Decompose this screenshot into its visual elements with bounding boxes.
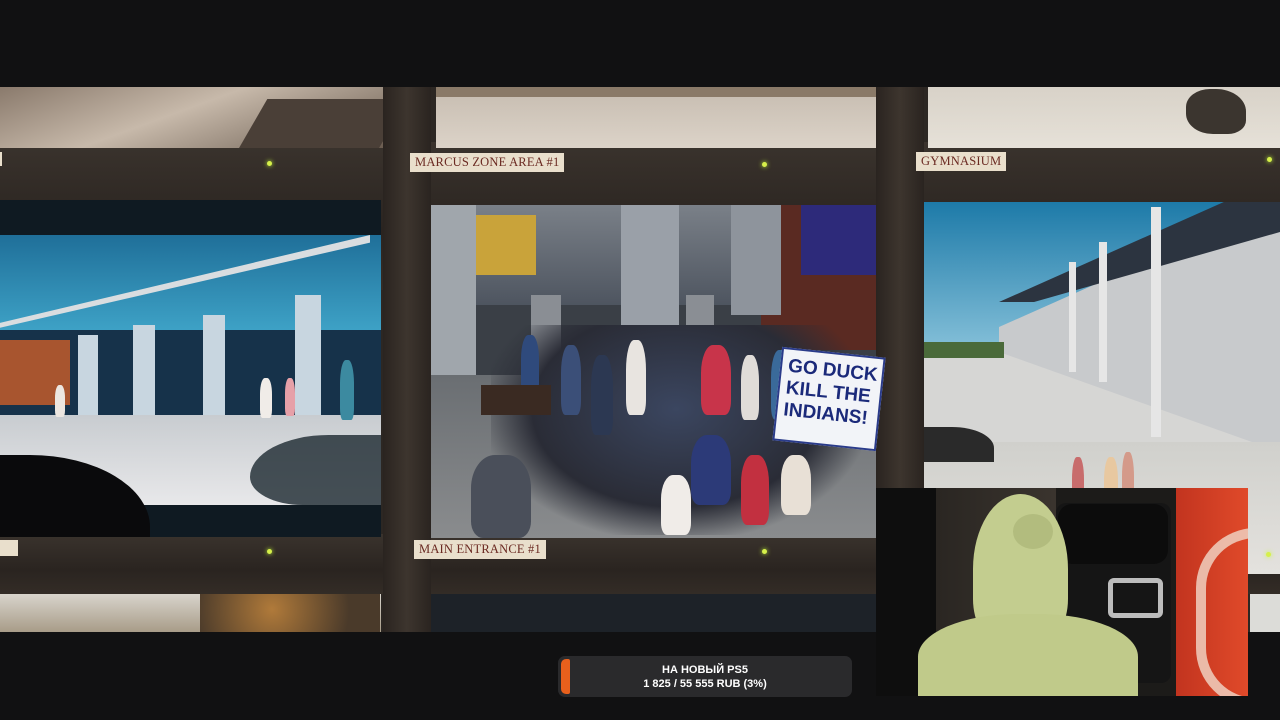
camera-label-marcus-zone: MARCUS ZONE AREA #1 [410,153,565,172]
status-led [762,162,767,167]
camera-label-main-entrance: MAIN ENTRANCE #1 [414,540,546,559]
camera-screen-top-middle [436,87,876,148]
camera-label-fragment-top-left [0,152,2,166]
status-led [267,161,272,166]
camera-screen-top-right [928,87,1280,148]
donation-goal-widget: НА НОВЫЙ PS5 1 825 / 55 555 RUB (3%) [558,656,852,697]
donation-goal-title: НА НОВЫЙ PS5 [662,664,748,676]
status-led [762,549,767,554]
camera-screen-bottom-middle [431,594,876,632]
crowd-sign-text: GO DUCK KILL THE INDIANS! [782,355,879,430]
camera-label-gymnasium: GYMNASIUM [916,152,1007,171]
donation-goal-progress-text: 1 825 / 55 555 RUB (3%) [643,678,767,690]
frog-costume-icon [918,494,1138,696]
camera-screen-bottom-right [1250,594,1280,632]
status-led [1267,157,1272,162]
camera-label-fragment-middle-left [0,540,18,556]
status-led [267,549,272,554]
camera-screen-top-left [0,87,383,148]
camera-screen-middle-left [0,200,381,537]
streamer-webcam-overlay [876,488,1248,696]
status-led [1266,552,1271,557]
camera-screen-bottom-left [0,594,381,632]
crowd-protest-sign: GO DUCK KILL THE INDIANS! [772,346,886,452]
